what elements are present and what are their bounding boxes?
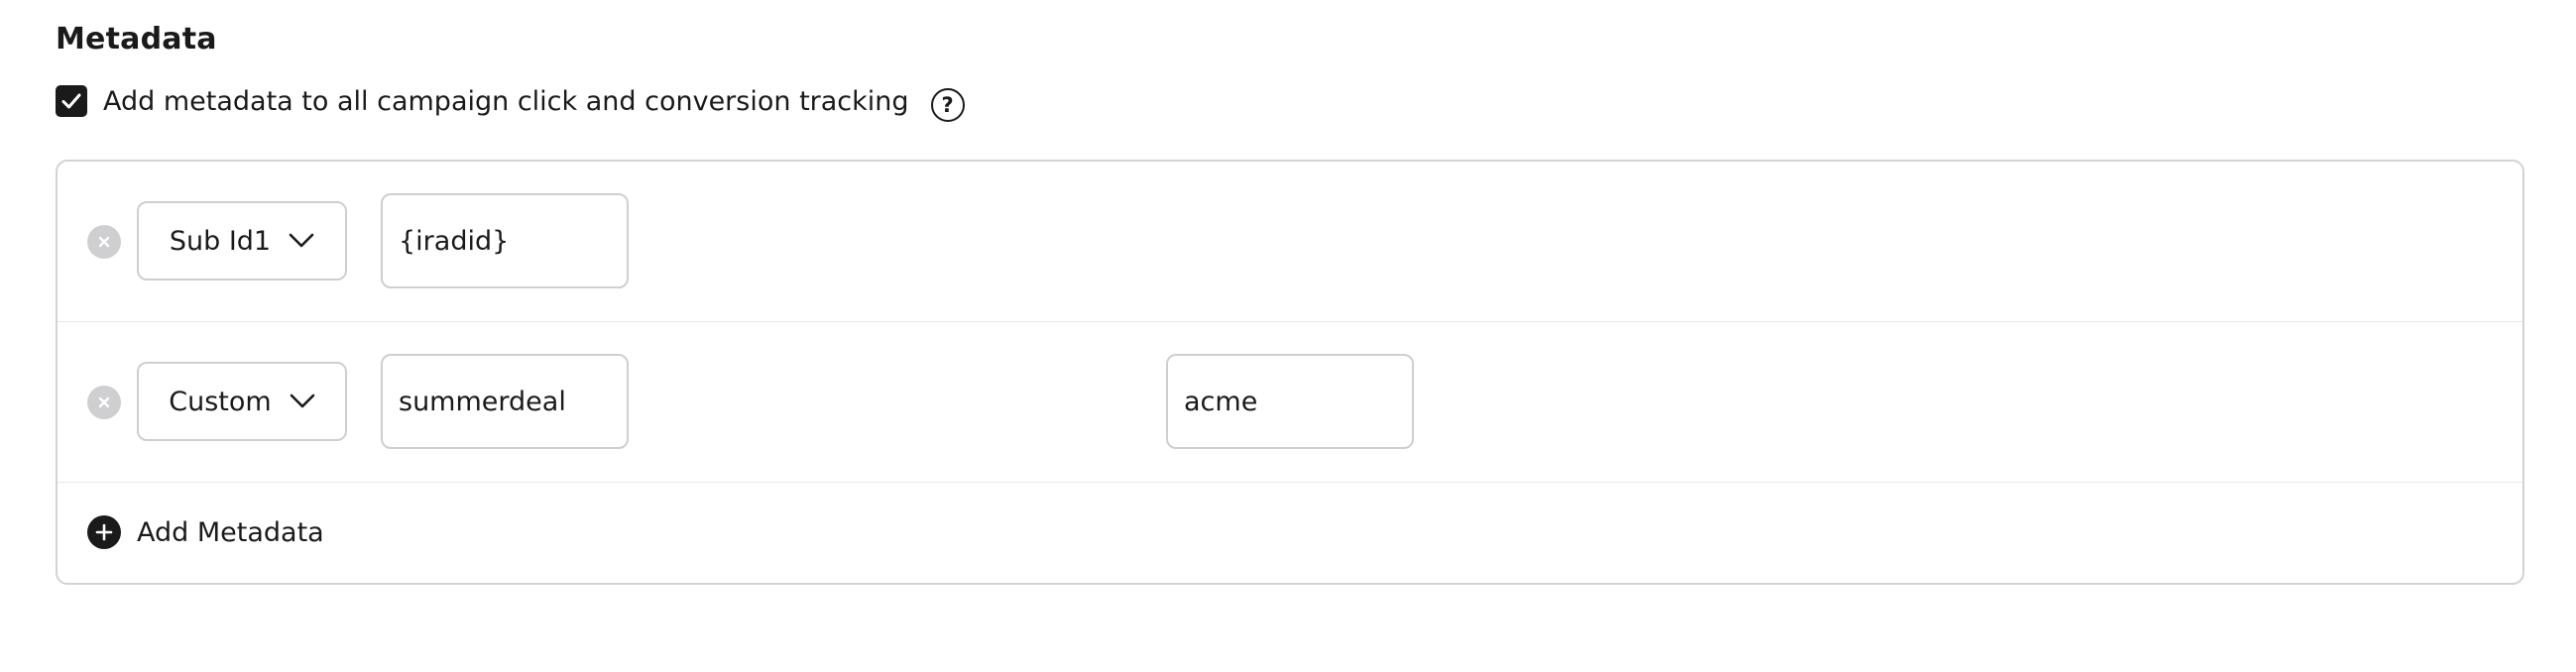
metadata-checkbox-row: Add metadata to all campaign click and c… xyxy=(56,81,965,122)
close-icon xyxy=(98,396,110,408)
checkmark-icon xyxy=(61,93,81,109)
close-circle-icon[interactable] xyxy=(87,225,121,259)
metadata-value-input[interactable] xyxy=(381,193,629,288)
metadata-checkbox-label[interactable]: Add metadata to all campaign click and c… xyxy=(103,86,909,117)
metadata-row: Sub Id1 xyxy=(58,162,2522,322)
question-circle-icon[interactable]: ? xyxy=(930,88,965,122)
metadata-type-select[interactable]: Custom xyxy=(137,362,347,441)
metadata-value-input[interactable] xyxy=(1166,354,1414,449)
metadata-checkbox[interactable] xyxy=(56,85,87,117)
chevron-down-icon xyxy=(289,233,314,248)
select-value: Sub Id1 xyxy=(169,225,272,257)
metadata-row: Custom xyxy=(58,322,2522,483)
add-metadata-button[interactable]: Add Metadata xyxy=(87,515,324,549)
chevron-down-icon xyxy=(290,393,315,408)
metadata-panel: Sub Id1 Custom xyxy=(56,160,2524,585)
plus-circle-icon xyxy=(87,515,121,549)
metadata-type-select[interactable]: Sub Id1 xyxy=(137,201,347,280)
add-metadata-label: Add Metadata xyxy=(137,516,324,548)
select-value: Custom xyxy=(169,386,272,417)
plus-icon xyxy=(95,523,113,541)
metadata-key-input[interactable] xyxy=(381,354,629,449)
close-circle-icon[interactable] xyxy=(87,386,121,419)
section-title: Metadata xyxy=(56,22,217,56)
close-icon xyxy=(98,236,110,248)
